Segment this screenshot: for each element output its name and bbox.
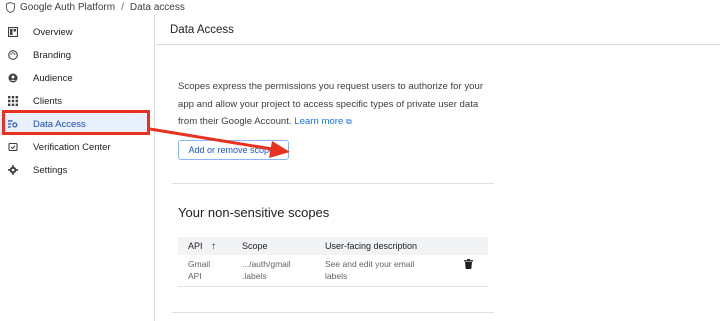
verification-icon	[8, 142, 18, 152]
breadcrumb-root[interactable]: Google Auth Platform	[20, 2, 115, 13]
breadcrumb-current: Data access	[129, 2, 185, 13]
page-title: Data Access	[170, 23, 234, 36]
breadcrumb: Google Auth Platform / Data access	[0, 0, 720, 15]
cell-api: Gmail API	[188, 258, 210, 282]
annotation-highlight-box	[2, 110, 150, 135]
cell-scope-line: .labels	[242, 271, 267, 281]
sidebar-item-overview[interactable]: Overview	[0, 21, 150, 43]
cell-scope: .../auth/gmail .labels	[242, 258, 291, 282]
sidebar-item-clients[interactable]: Clients	[0, 90, 150, 112]
table-row: Gmail API .../auth/gmail .labels See and…	[178, 255, 488, 287]
non-sensitive-scopes-title: Your non-sensitive scopes	[178, 205, 330, 220]
gear-icon	[8, 165, 18, 175]
cell-scope-line: .../auth/gmail	[242, 259, 291, 269]
sidebar-item-settings[interactable]: Settings	[0, 159, 150, 181]
delete-icon[interactable]	[464, 259, 474, 270]
table-header: API ↑ Scope User-facing description	[178, 237, 488, 255]
person-icon	[8, 73, 18, 83]
cell-description-line: labels	[325, 271, 348, 281]
sidebar-item-label: Clients	[33, 95, 63, 107]
sidebar-item-label: Overview	[33, 26, 73, 38]
learn-more-link[interactable]: Learn more	[294, 116, 343, 127]
external-link-icon: ⧉	[346, 117, 352, 126]
cell-description: See and edit your email labels	[325, 258, 414, 282]
add-remove-scopes-button[interactable]: Add or remove scopes	[178, 140, 289, 160]
palette-icon	[8, 50, 18, 60]
grid-icon	[8, 96, 18, 106]
column-label: API	[188, 241, 203, 251]
dashboard-icon	[8, 27, 18, 37]
divider	[172, 183, 494, 184]
breadcrumb-separator: /	[121, 2, 124, 13]
cell-description-line: See and edit your email	[325, 259, 415, 269]
sidebar-item-label: Branding	[33, 49, 72, 61]
scopes-table: API ↑ Scope User-facing description Gmai…	[178, 237, 488, 287]
sidebar: Overview Branding Audience Clients Data …	[0, 15, 155, 321]
column-header-api[interactable]: API ↑	[188, 241, 216, 252]
column-header-description: User-facing description	[325, 241, 418, 251]
cell-api-line: API	[188, 271, 202, 281]
divider	[172, 312, 494, 313]
sidebar-item-branding[interactable]: Branding	[0, 44, 150, 66]
column-header-scope: Scope	[242, 241, 268, 251]
shield-icon	[6, 2, 16, 14]
sidebar-item-label: Settings	[33, 164, 68, 176]
sidebar-item-audience[interactable]: Audience	[0, 67, 150, 89]
arrow-up-icon: ↑	[211, 241, 217, 252]
sidebar-item-label: Audience	[33, 72, 73, 84]
cell-api-line: Gmail	[188, 259, 211, 269]
page-header: Data Access	[156, 15, 720, 45]
sidebar-item-verification-center[interactable]: Verification Center	[0, 136, 150, 158]
sidebar-item-label: Verification Center	[33, 141, 111, 153]
scopes-description: Scopes express the permissions you reque…	[178, 78, 498, 131]
